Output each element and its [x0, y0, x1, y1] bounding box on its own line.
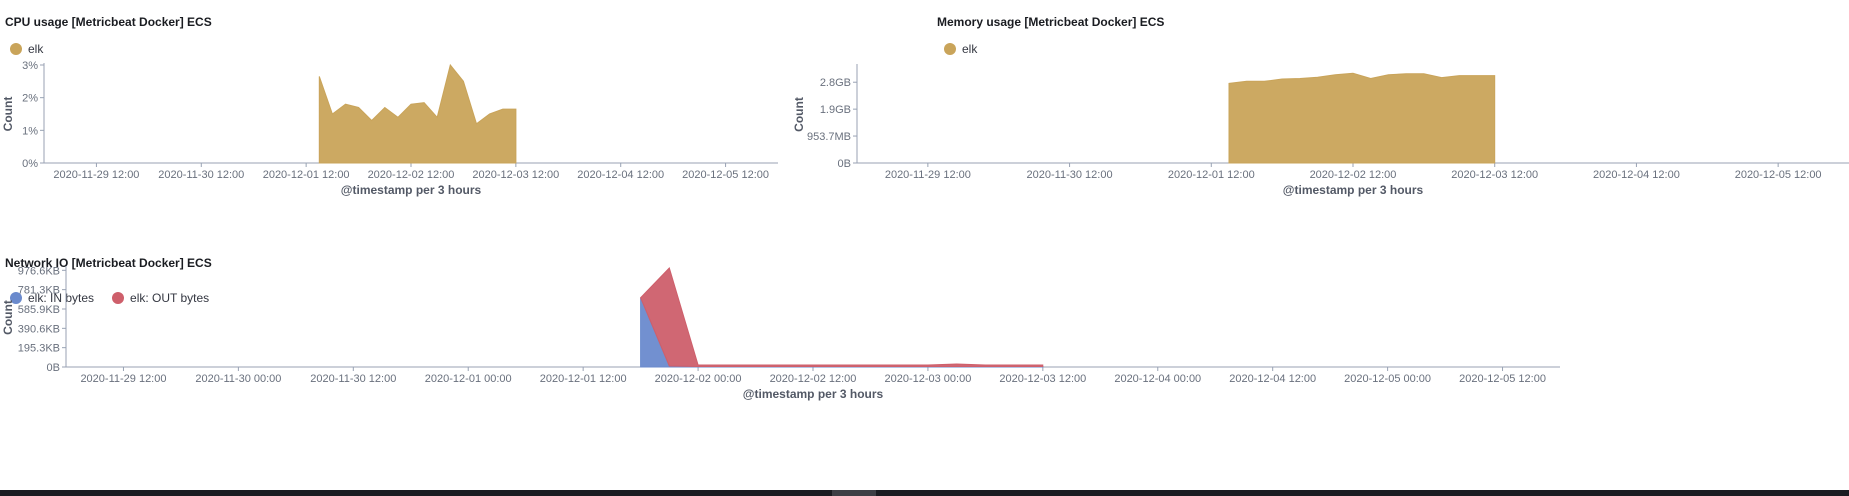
x-tick-label: 2020-12-04 00:00 — [1114, 373, 1201, 385]
y-tick-label: 976.6KB — [18, 265, 60, 277]
x-tick-label: 2020-11-30 12:00 — [310, 373, 396, 385]
y-tick-label: 585.9KB — [18, 304, 60, 316]
y-axis-title: Count — [1, 300, 15, 335]
y-tick-label: 0B — [47, 362, 60, 374]
x-tick-label: 2020-12-02 12:00 — [770, 373, 857, 385]
y-tick-label: 390.6KB — [18, 323, 60, 335]
x-tick-label: 2020-12-05 12:00 — [1459, 373, 1546, 385]
x-tick-label: 2020-12-03 12:00 — [999, 373, 1086, 385]
x-tick-label: 2020-11-29 12:00 — [80, 373, 166, 385]
x-tick-label: 2020-12-01 12:00 — [540, 373, 627, 385]
network-io-chart: 0B 195.3KB 390.6KB 585.9KB 781.3KB 976.6KB 202… — [1, 265, 1560, 401]
area-series-elk-in-bytes — [640, 297, 1044, 368]
y-tick-label: 781.3KB — [18, 285, 60, 297]
y-tick-label: 195.3KB — [18, 343, 60, 355]
x-tick-label: 2020-11-30 00:00 — [195, 373, 281, 385]
x-tick-label: 2020-12-01 00:00 — [425, 373, 512, 385]
area-series-elk-out-bytes — [640, 267, 1044, 367]
horizontal-scrollbar[interactable] — [0, 490, 1849, 496]
x-tick-label: 2020-12-04 12:00 — [1229, 373, 1316, 385]
x-tick-label: 2020-12-05 00:00 — [1344, 373, 1431, 385]
scrollbar-thumb[interactable] — [832, 490, 876, 496]
x-tick-label: 2020-12-03 00:00 — [884, 373, 971, 385]
x-axis-title: @timestamp per 3 hours — [743, 387, 884, 401]
x-tick-label: 2020-12-02 00:00 — [655, 373, 742, 385]
